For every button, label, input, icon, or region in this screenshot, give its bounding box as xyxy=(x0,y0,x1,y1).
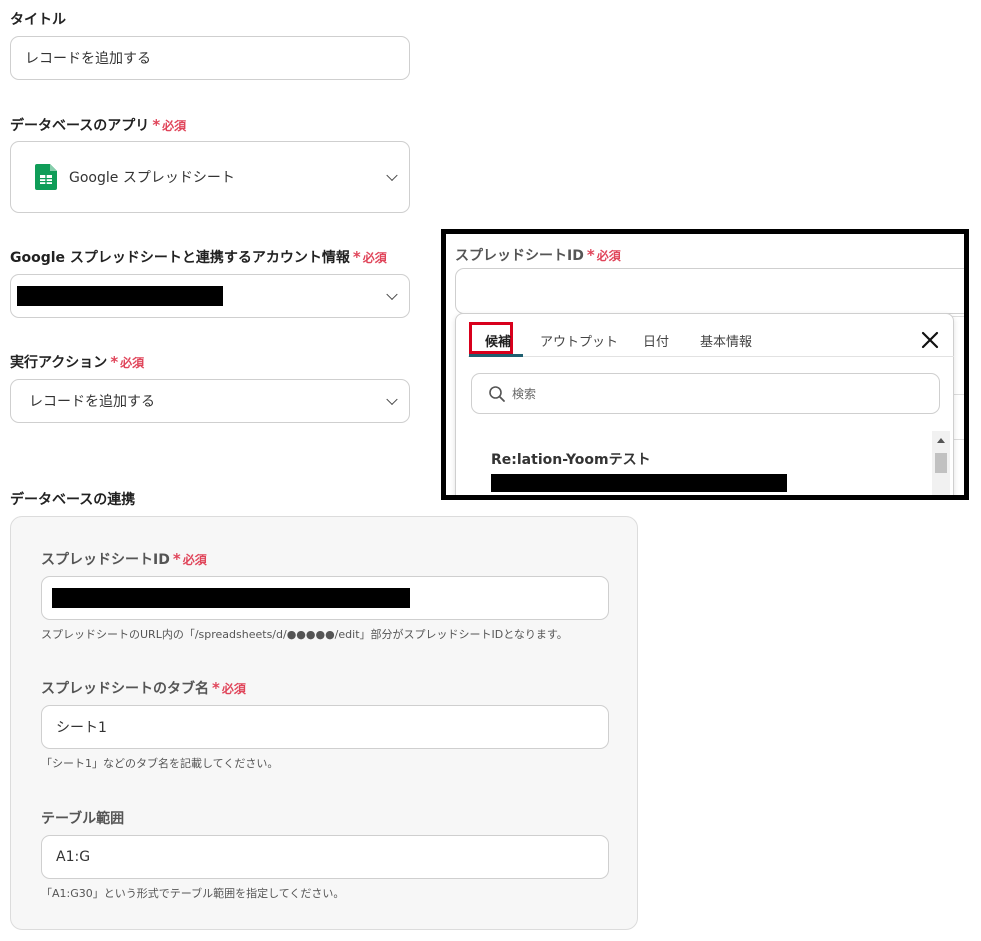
sheet-id-input[interactable] xyxy=(41,576,609,620)
table-range-input[interactable]: A1:G xyxy=(41,835,609,879)
tab-name-input[interactable]: シート1 xyxy=(41,705,609,749)
db-app-value: Google スプレッドシート xyxy=(69,170,235,186)
chevron-down-icon xyxy=(386,169,398,182)
tab-date[interactable]: 日付 xyxy=(643,331,669,350)
title-input[interactable]: レコードを追加する xyxy=(10,36,410,80)
action-label: 実行アクション * 必須 xyxy=(10,353,145,371)
redacted-sheet-id xyxy=(52,588,410,608)
active-tab-underline xyxy=(469,354,523,357)
action-value: レコードを追加する xyxy=(29,394,155,410)
title-label: タイトル xyxy=(10,12,66,28)
suggestion-item-title[interactable]: Re:lation-Yoomテスト xyxy=(491,449,651,469)
tab-basic-info[interactable]: 基本情報 xyxy=(700,331,752,350)
db-app-select[interactable]: Google スプレッドシート xyxy=(10,141,410,213)
close-icon[interactable] xyxy=(920,330,940,350)
underlay-line xyxy=(951,316,964,317)
db-link-section-title: データベースの連携 xyxy=(10,492,136,508)
action-select[interactable]: レコードを追加する xyxy=(10,379,410,423)
table-range-label: テーブル範囲 xyxy=(41,811,125,827)
search-placeholder: 検索 xyxy=(512,387,537,401)
search-icon xyxy=(488,385,506,403)
sheet-id-label: スプレッドシートID * 必須 xyxy=(41,550,207,568)
tab-output[interactable]: アウトプット xyxy=(540,331,618,350)
account-label: Google スプレッドシートと連携するアカウント情報 * 必須 xyxy=(10,248,387,266)
table-range-help: 「A1:G30」という形式でテーブル範囲を指定してください。 xyxy=(41,887,345,900)
required-mark: * 必須 xyxy=(152,116,187,134)
popup-sheet-id-label: スプレッドシートID * 必須 xyxy=(455,246,621,264)
redacted-suggestion xyxy=(491,474,787,492)
account-select[interactable] xyxy=(10,274,410,318)
zoom-overlay: スプレッドシートID * 必須 候補 アウトプット 日付 基本情報 検索 Re:la… xyxy=(441,229,969,500)
tab-name-label: スプレッドシートのタブ名 * 必須 xyxy=(41,679,246,697)
title-value: レコードを追加する xyxy=(25,51,151,67)
required-mark: * 必須 xyxy=(586,246,621,264)
popup-sheet-id-input[interactable] xyxy=(455,268,964,314)
redacted-account xyxy=(17,286,223,306)
table-range-value: A1:G xyxy=(56,849,91,865)
scroll-up-icon[interactable] xyxy=(936,437,946,444)
popup-search-input[interactable]: 検索 xyxy=(471,373,940,414)
tab-divider xyxy=(468,356,954,357)
required-mark: * 必須 xyxy=(212,679,246,697)
required-mark: * 必須 xyxy=(352,248,387,266)
chevron-down-icon xyxy=(386,393,398,406)
required-mark: * 必須 xyxy=(110,353,145,371)
tab-name-value: シート1 xyxy=(56,720,107,736)
db-app-label: データベースのアプリ * 必須 xyxy=(10,116,187,134)
tab-candidates[interactable]: 候補 xyxy=(485,331,511,350)
google-sheets-icon xyxy=(35,164,57,190)
required-mark: * 必須 xyxy=(172,550,207,568)
sheet-id-help: スプレッドシートのURL内の「/spreadsheets/d/●●●●●/edi… xyxy=(41,628,568,641)
scrollbar[interactable] xyxy=(932,431,950,495)
chevron-down-icon xyxy=(386,288,398,301)
tab-name-help: 「シート1」などのタブ名を記載してください。 xyxy=(41,757,279,770)
scrollbar-thumb[interactable] xyxy=(935,453,947,473)
